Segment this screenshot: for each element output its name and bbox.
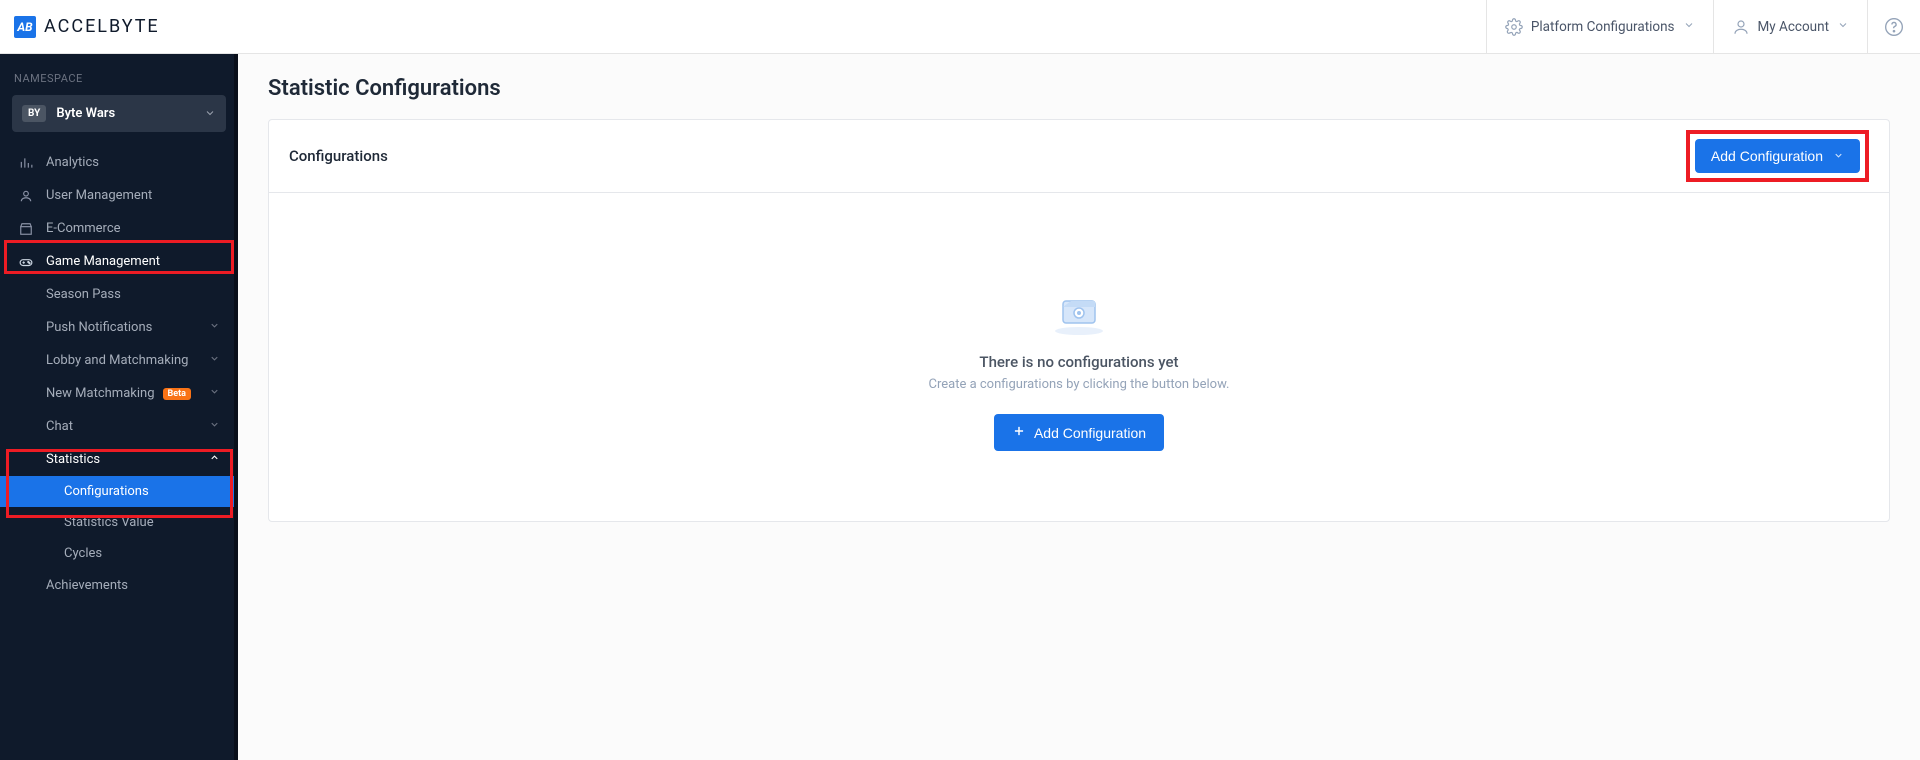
brand-logo[interactable]: AB ACCELBYTE: [0, 16, 160, 38]
logo-mark-icon: AB: [14, 16, 36, 38]
analytics-icon: [18, 156, 34, 170]
sidebar-item-ecommerce[interactable]: E-Commerce: [0, 212, 238, 245]
sidebar-item-user-management[interactable]: User Management: [0, 179, 238, 212]
chevron-down-icon: [209, 386, 220, 401]
sidebar-item-label: Cycles: [64, 546, 102, 561]
user-icon: [18, 189, 34, 203]
sidebar-item-label: Season Pass: [46, 287, 121, 302]
gear-icon: [1505, 18, 1523, 36]
sidebar-item-label: Achievements: [46, 578, 128, 593]
sidebar-item-label: Push Notifications: [46, 320, 152, 335]
button-label: Add Configuration: [1034, 425, 1146, 441]
chevron-down-icon: [1833, 148, 1844, 164]
sidebar-item-cycles[interactable]: Cycles: [0, 538, 238, 569]
empty-state-subtitle: Create a configurations by clicking the …: [289, 377, 1869, 392]
sidebar-item-statistics-value[interactable]: Statistics Value: [0, 507, 238, 538]
chevron-down-icon: [209, 320, 220, 335]
sidebar-item-label: Chat: [46, 419, 73, 434]
chevron-down-icon: [209, 353, 220, 368]
sidebar-item-label: User Management: [46, 188, 152, 203]
user-icon: [1732, 18, 1750, 36]
sidebar-item-label: Game Management: [46, 254, 160, 269]
sidebar-item-game-management[interactable]: Game Management: [0, 245, 238, 278]
namespace-label: NAMESPACE: [0, 54, 238, 95]
add-configuration-dropdown-button[interactable]: Add Configuration: [1695, 139, 1860, 173]
namespace-badge: BY: [22, 105, 46, 122]
chevron-down-icon: [204, 104, 216, 123]
my-account-label: My Account: [1758, 19, 1829, 35]
empty-state-title: There is no configurations yet: [289, 353, 1869, 371]
sidebar: NAMESPACE BY Byte Wars Analytics User Ma…: [0, 0, 238, 760]
namespace-name: Byte Wars: [56, 106, 204, 121]
sidebar-item-chat[interactable]: Chat: [0, 410, 238, 443]
my-account-menu[interactable]: My Account: [1713, 0, 1867, 53]
sidebar-item-label: E-Commerce: [46, 221, 121, 236]
button-label: Add Configuration: [1711, 148, 1823, 164]
sidebar-item-label: Statistics Value: [64, 515, 154, 530]
page-title: Statistic Configurations: [238, 54, 1920, 119]
store-icon: [18, 222, 34, 236]
sidebar-item-analytics[interactable]: Analytics: [0, 146, 238, 179]
sidebar-item-label: Statistics: [46, 452, 100, 467]
sidebar-item-achievements[interactable]: Achievements: [0, 569, 238, 602]
help-button[interactable]: [1867, 0, 1920, 53]
empty-state: There is no configurations yet Create a …: [269, 193, 1889, 521]
help-icon: [1884, 17, 1904, 37]
sidebar-item-configurations[interactable]: Configurations: [0, 476, 238, 507]
platform-configurations-menu[interactable]: Platform Configurations: [1486, 0, 1713, 53]
chevron-down-icon: [1683, 19, 1695, 35]
sidebar-item-label: Configurations: [64, 484, 149, 499]
top-header: AB ACCELBYTE Platform Configurations My …: [0, 0, 1920, 54]
sidebar-item-push-notifications[interactable]: Push Notifications: [0, 311, 238, 344]
highlight-annotation: Add Configuration: [1686, 130, 1869, 182]
sidebar-item-new-matchmaking[interactable]: New Matchmaking Beta: [0, 377, 238, 410]
chevron-up-icon: [209, 452, 220, 467]
brand-name: ACCELBYTE: [44, 16, 160, 37]
chevron-down-icon: [1837, 19, 1849, 35]
sidebar-item-season-pass[interactable]: Season Pass: [0, 278, 238, 311]
sidebar-item-label: New Matchmaking: [46, 386, 155, 401]
main-content: Statistic Configurations Configurations …: [238, 0, 1920, 760]
sidebar-item-label: Lobby and Matchmaking: [46, 353, 188, 368]
platform-configurations-label: Platform Configurations: [1531, 19, 1675, 35]
controller-icon: [18, 255, 34, 269]
namespace-selector[interactable]: BY Byte Wars: [12, 95, 226, 132]
beta-badge: Beta: [163, 388, 191, 400]
chevron-down-icon: [209, 419, 220, 434]
sidebar-item-statistics[interactable]: Statistics: [0, 443, 238, 476]
plus-icon: [1012, 424, 1026, 441]
add-configuration-button[interactable]: Add Configuration: [994, 414, 1164, 451]
configurations-card: Configurations Add Configuration: [268, 119, 1890, 522]
sidebar-item-lobby-matchmaking[interactable]: Lobby and Matchmaking: [0, 344, 238, 377]
empty-folder-icon: [1051, 293, 1107, 335]
card-title: Configurations: [289, 147, 388, 165]
sidebar-item-label: Analytics: [46, 155, 99, 170]
